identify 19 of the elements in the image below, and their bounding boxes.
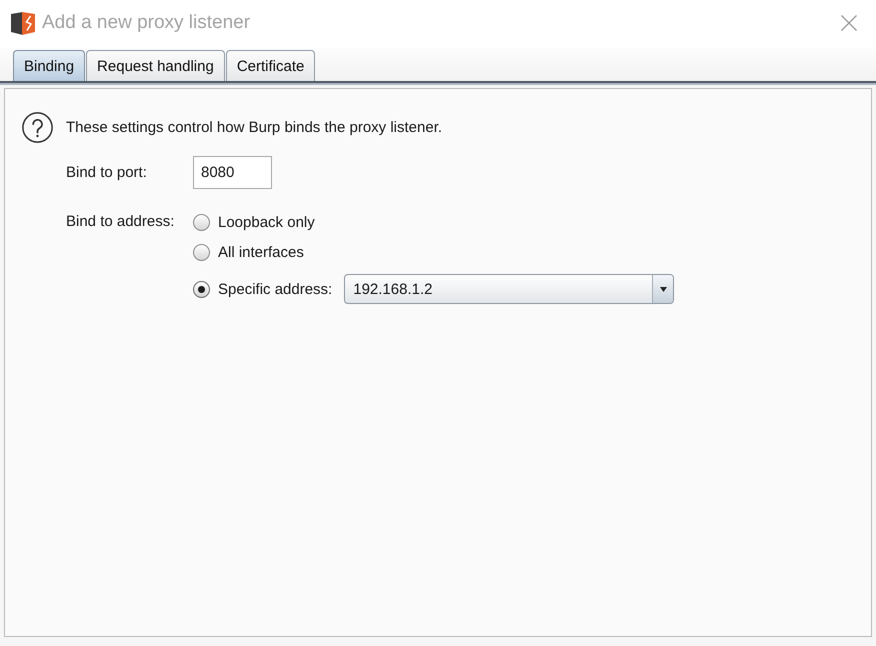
- tab[interactable]: Certificate: [226, 50, 316, 81]
- window-title: Add a new proxy listener: [42, 12, 250, 34]
- port-field[interactable]: 8080: [193, 156, 272, 189]
- radio-button[interactable]: [193, 244, 210, 260]
- address-label: Bind to address:: [66, 212, 176, 232]
- radio-button[interactable]: [193, 214, 210, 230]
- port-label: Bind to port:: [66, 164, 148, 181]
- tab[interactable]: Binding: [13, 50, 86, 81]
- tab[interactable]: Request handling: [86, 50, 225, 81]
- caret-icon: [660, 286, 667, 292]
- option-label[interactable]: Loopback only: [218, 214, 315, 230]
- close-icon[interactable]: [841, 14, 857, 30]
- logo-icon: [11, 10, 35, 34]
- address-dropdown[interactable]: 192.168.1.2: [344, 274, 674, 304]
- option-label[interactable]: Specific address:: [218, 280, 332, 298]
- help-icon[interactable]: [22, 112, 53, 143]
- option-label[interactable]: All interfaces: [218, 244, 304, 260]
- description-text: These settings control how Burp binds the proxy listener.: [66, 119, 442, 136]
- radio-button[interactable]: [193, 280, 210, 298]
